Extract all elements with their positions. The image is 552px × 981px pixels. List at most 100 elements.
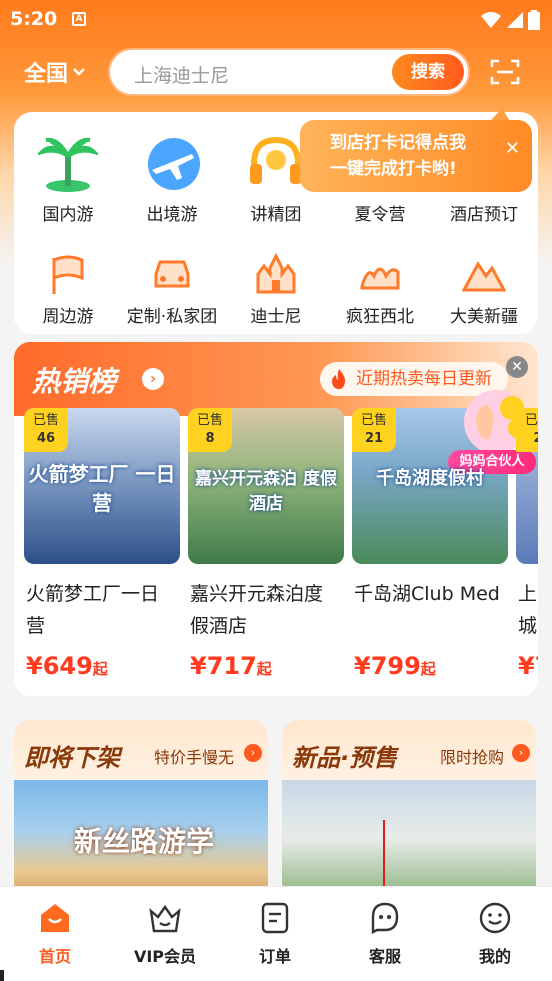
product-card[interactable]: 已售 8 嘉兴开元森泊 度假酒店 嘉兴开元森泊度假酒店 ¥717起	[188, 408, 344, 696]
sold-count: 46	[36, 431, 56, 446]
tab-label: VIP会员	[133, 947, 197, 966]
top-bar: 全国 上海迪士尼 搜索	[0, 46, 552, 98]
promo-image: 新丝路游学	[14, 780, 268, 900]
hot-sellers-title[interactable]: 热销榜	[32, 360, 116, 400]
category-label: 夏令营	[354, 205, 406, 225]
search-button[interactable]: 搜索	[392, 54, 464, 90]
product-image: 已售 46 火箭梦工厂 一日营	[24, 408, 180, 564]
price-suffix: 起	[420, 660, 436, 678]
category-northwest[interactable]: 疯狂西北	[332, 252, 428, 327]
sold-badge: 已售 21	[352, 408, 396, 452]
promo-title: 即将下架	[24, 744, 120, 772]
scan-icon[interactable]	[490, 58, 520, 86]
search-bar[interactable]: 上海迪士尼 搜索	[108, 48, 470, 96]
product-image-text: 千岛湖度假村	[376, 468, 484, 489]
status-time: 5:20	[10, 8, 58, 30]
category-label: 迪士尼	[250, 307, 302, 327]
category-label: 酒店预订	[450, 205, 518, 225]
chevron-right-icon[interactable]: ›	[244, 744, 262, 762]
category-domestic[interactable]: 国内游	[20, 134, 116, 225]
category-label: 出境游	[146, 205, 198, 225]
category-label: 疯狂西北	[346, 307, 414, 327]
promo-subtitle: 特价手慢无	[154, 748, 235, 767]
tab-service[interactable]: 客服	[340, 901, 430, 967]
product-image: 已售 2	[516, 408, 538, 564]
product-image: 已售 8 嘉兴开元森泊 度假酒店	[188, 408, 344, 564]
product-name: 嘉兴开元森泊度假酒店	[190, 583, 324, 637]
sold-badge: 已售 2	[516, 408, 538, 452]
tab-label: 订单	[258, 947, 291, 966]
price-value: ¥7	[518, 652, 538, 680]
hot-update-text: 近期热卖每日更新	[356, 369, 492, 389]
tab-orders[interactable]: 订单	[230, 901, 320, 967]
category-label: 定制·私家团	[126, 307, 218, 327]
tooltip-line2: 一键完成打卡哟!	[330, 159, 457, 179]
tab-home[interactable]: 首页	[10, 901, 100, 967]
service-chat-icon	[371, 902, 399, 934]
promo-card-presale[interactable]: 新品·预售 限时抢购 ›	[282, 720, 536, 900]
promo-card-clearance[interactable]: 即将下架 特价手慢无 › 新丝路游学	[14, 720, 268, 900]
category-label: 国内游	[42, 205, 94, 225]
product-name: 上城	[518, 583, 538, 637]
category-xinjiang[interactable]: 大美新疆	[436, 252, 532, 327]
tab-profile[interactable]: 我的	[450, 901, 540, 967]
region-label: 全国	[24, 62, 69, 87]
airplane-globe-icon	[148, 138, 200, 190]
sold-badge: 已售 8	[188, 408, 232, 452]
chevron-down-icon	[73, 68, 85, 76]
search-input[interactable]: 上海迪士尼	[134, 61, 229, 88]
category-label: 周边游	[42, 307, 94, 327]
sold-badge: 已售 46	[24, 408, 68, 452]
headset-icon	[250, 136, 302, 184]
category-disney[interactable]: 迪士尼	[228, 252, 324, 327]
home-icon	[41, 904, 69, 932]
fire-icon	[332, 369, 346, 389]
product-image-text: 火箭梦工厂 一日营	[28, 462, 176, 515]
tab-vip[interactable]: VIP会员	[120, 901, 210, 967]
wifi-icon	[481, 12, 501, 28]
camel-icon	[360, 267, 400, 290]
mountain-icon	[462, 261, 506, 292]
price-suffix: 起	[92, 660, 108, 678]
price-suffix: 起	[256, 660, 272, 678]
category-label: 大美新疆	[450, 307, 518, 327]
sold-label: 已售	[524, 413, 538, 428]
chevron-right-icon[interactable]: ›	[512, 744, 530, 762]
palm-tree-icon	[38, 137, 98, 192]
castle-icon	[256, 252, 296, 294]
category-custom[interactable]: 定制·私家团	[124, 252, 220, 327]
category-label: 讲精团	[250, 205, 302, 225]
region-selector[interactable]: 全国	[24, 56, 86, 88]
sold-label: 已售	[196, 413, 223, 428]
sold-count: 21	[364, 431, 384, 446]
price-value: ¥799	[354, 652, 421, 680]
product-card[interactable]: 已售 2 上城 ¥7	[516, 408, 538, 696]
promo-subtitle: 限时抢购	[440, 748, 505, 767]
close-icon[interactable]: ✕	[506, 356, 528, 378]
tooltip-body: 到店打卡记得点我 一键完成打卡哟!	[300, 120, 532, 192]
close-icon[interactable]: ✕	[505, 138, 520, 159]
tab-label: 客服	[368, 947, 401, 966]
tooltip-line1: 到店打卡记得点我	[330, 133, 466, 153]
product-card[interactable]: 已售 46 火箭梦工厂 一日营 火箭梦工厂一日营 ¥649起	[24, 408, 180, 696]
vip-crown-icon	[149, 904, 181, 933]
category-outbound[interactable]: 出境游	[124, 134, 220, 225]
price-value: ¥649	[26, 652, 93, 680]
chevron-right-icon[interactable]: ›	[142, 368, 164, 390]
promo-image	[282, 780, 536, 900]
profile-smile-icon	[479, 902, 511, 934]
bottom-tab-bar: 首页 VIP会员 订单 客服 我的	[0, 886, 552, 981]
product-price: ¥717起	[190, 652, 272, 680]
promo-title: 新品·预售	[292, 744, 398, 772]
order-list-icon	[261, 902, 289, 934]
tab-label: 首页	[38, 947, 71, 966]
checkin-tooltip[interactable]: 到店打卡记得点我 一键完成打卡哟! ✕	[300, 108, 532, 192]
product-name: 火箭梦工厂一日营	[26, 583, 160, 637]
sold-count: 8	[205, 431, 215, 446]
status-bar: 5:20 A	[0, 0, 552, 38]
promo-image-text: 新丝路游学	[74, 825, 215, 858]
product-price: ¥649起	[26, 652, 108, 680]
system-icons	[480, 10, 540, 30]
signal-icon	[507, 12, 523, 28]
category-nearby[interactable]: 周边游	[20, 252, 116, 327]
